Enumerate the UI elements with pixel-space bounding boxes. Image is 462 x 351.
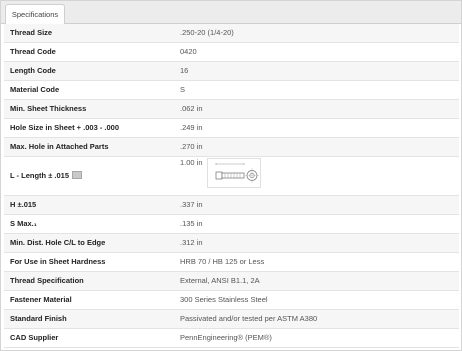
row-label: For Use in Sheet Hardness — [4, 252, 174, 272]
row-value: .250-20 (1/4-20) — [174, 24, 459, 43]
row-value: External, ANSI B1.1, 2A — [174, 271, 459, 291]
standoff-drawing-icon — [215, 163, 259, 183]
row-value: .312 in — [174, 233, 459, 253]
row-label: Min. Dist. Hole C/L to Edge — [4, 233, 174, 253]
row-label: Fastener Material — [4, 290, 174, 310]
standoff-drawing-thumbnail[interactable] — [206, 158, 261, 188]
table-row: For Use in Sheet Hardness HRB 70 / HB 12… — [4, 252, 459, 272]
table-row: Hole Size in Sheet + .003 - .000 .249 in — [4, 118, 459, 138]
table-row: Thread Specification External, ANSI B1.1… — [4, 271, 459, 291]
row-value: 1.00 in — [180, 158, 203, 167]
table-row: H ±.015 .337 in — [4, 195, 459, 215]
table-row: Min. Sheet Thickness .062 in — [4, 99, 459, 119]
specifications-panel: Specifications Thread Size .250-20 (1/4-… — [0, 0, 462, 351]
row-value: .249 in — [174, 118, 459, 138]
table-row: Min. Dist. Hole C/L to Edge .312 in — [4, 233, 459, 253]
row-value: 300 Series Stainless Steel — [174, 290, 459, 310]
row-value: 16 — [174, 61, 459, 81]
row-value: PennEngineering® (PEM®) — [174, 328, 459, 348]
row-label: Length Code — [4, 61, 174, 81]
specifications-table: Thread Size .250-20 (1/4-20) Thread Code… — [4, 24, 459, 348]
row-label: Min. Sheet Thickness — [4, 99, 174, 119]
row-label: Standard Finish — [4, 309, 174, 329]
row-label: S Max.₁ — [4, 214, 174, 234]
row-label: Max. Hole in Attached Parts — [4, 137, 174, 157]
row-label: Thread Specification — [4, 271, 174, 291]
table-row: Thread Code 0420 — [4, 42, 459, 62]
table-row: Length Code 16 — [4, 61, 459, 81]
row-value: .062 in — [174, 99, 459, 119]
row-label: Material Code — [4, 80, 174, 100]
row-label: Thread Size — [4, 24, 174, 43]
row-value: 0420 — [174, 42, 459, 62]
table-row: Material Code S — [4, 80, 459, 100]
row-label: H ±.015 — [4, 195, 174, 215]
row-value-cell: 1.00 in — [174, 156, 459, 196]
table-row: Fastener Material 300 Series Stainless S… — [4, 290, 459, 310]
row-value: .270 in — [174, 137, 459, 157]
table-row: Max. Hole in Attached Parts .270 in — [4, 137, 459, 157]
row-value: HRB 70 / HB 125 or Less — [174, 252, 459, 272]
tab-specifications[interactable]: Specifications — [5, 4, 65, 24]
row-label: Thread Code — [4, 42, 174, 62]
row-label: L - Length ± .015 — [10, 171, 69, 180]
row-label: CAD Supplier — [4, 328, 174, 348]
table-row: CAD Supplier PennEngineering® (PEM®) — [4, 328, 459, 348]
row-value: .135 in — [174, 214, 459, 234]
row-label: Hole Size in Sheet + .003 - .000 — [4, 118, 174, 138]
table-row: S Max.₁ .135 in — [4, 214, 459, 234]
table-row: Standard Finish Passivated and/or tested… — [4, 309, 459, 329]
row-value: Passivated and/or tested per ASTM A380 — [174, 309, 459, 329]
row-label-cell: L - Length ± .015 — [4, 156, 174, 196]
row-value: .337 in — [174, 195, 459, 215]
table-row: Thread Size .250-20 (1/4-20) — [4, 24, 459, 43]
info-icon[interactable] — [72, 171, 82, 180]
tab-bar: Specifications — [1, 1, 461, 24]
table-row: L - Length ± .015 1.00 in — [4, 156, 459, 196]
row-value: S — [174, 80, 459, 100]
